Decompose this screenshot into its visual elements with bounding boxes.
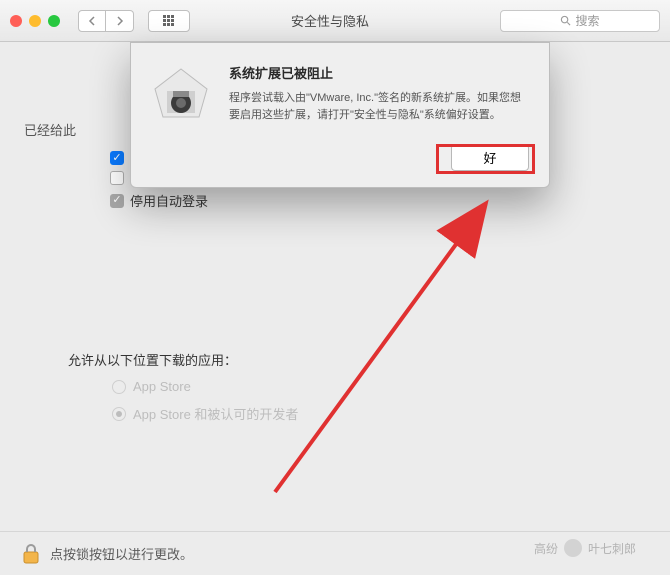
footer-text: 点按锁按钮以进行更改。 [50,544,193,563]
checkbox-icon [110,194,124,208]
chevron-right-icon [116,16,124,26]
ok-button[interactable]: 好 [451,144,529,171]
checkbox-label: 停用自动登录 [130,191,208,210]
back-button[interactable] [78,10,106,32]
search-icon [560,15,571,26]
section2-label: 允许从以下位置下载的应用： [68,350,646,369]
forward-button[interactable] [106,10,134,32]
radio-label: App Store 和被认可的开发者 [133,404,298,423]
window-title: 安全性与隐私 [198,11,492,30]
checkbox-row[interactable]: 停用自动登录 [110,191,646,210]
section-download-apps: 允许从以下位置下载的应用： App Store App Store 和被认可的开… [68,350,646,423]
dialog-body: 程序尝试载入由"VMware, Inc."签名的新系统扩展。如果您想要启用这些扩… [229,90,529,124]
nav-back-forward [78,10,134,32]
radio-group: App Store App Store 和被认可的开发者 [112,379,646,423]
chevron-left-icon [88,16,96,26]
search-input[interactable]: 搜索 [500,10,660,32]
titlebar: 安全性与隐私 搜索 [0,0,670,42]
system-extension-icon [149,63,213,127]
alert-dialog: 系统扩展已被阻止 程序尝试载入由"VMware, Inc."签名的新系统扩展。如… [130,42,550,188]
watermark: 高纷 叶七刺郎 [534,539,636,557]
minimize-icon[interactable] [29,15,41,27]
radio-appstore[interactable]: App Store [112,379,646,394]
radio-label: App Store [133,379,191,394]
radio-icon [112,380,126,394]
dialog-content: 系统扩展已被阻止 程序尝试载入由"VMware, Inc."签名的新系统扩展。如… [229,63,529,171]
watermark-avatar-icon [564,539,582,557]
checkbox-icon [110,171,124,185]
lock-icon[interactable] [22,543,40,565]
zoom-icon[interactable] [48,15,60,27]
radio-appstore-identified[interactable]: App Store 和被认可的开发者 [112,404,646,423]
dialog-title: 系统扩展已被阻止 [229,63,529,82]
close-icon[interactable] [10,15,22,27]
show-all-button[interactable] [148,10,190,32]
window-controls [10,15,60,27]
checkbox-icon [110,151,124,165]
radio-icon [112,407,126,421]
search-placeholder: 搜索 [575,12,599,29]
grid-icon [163,15,175,27]
